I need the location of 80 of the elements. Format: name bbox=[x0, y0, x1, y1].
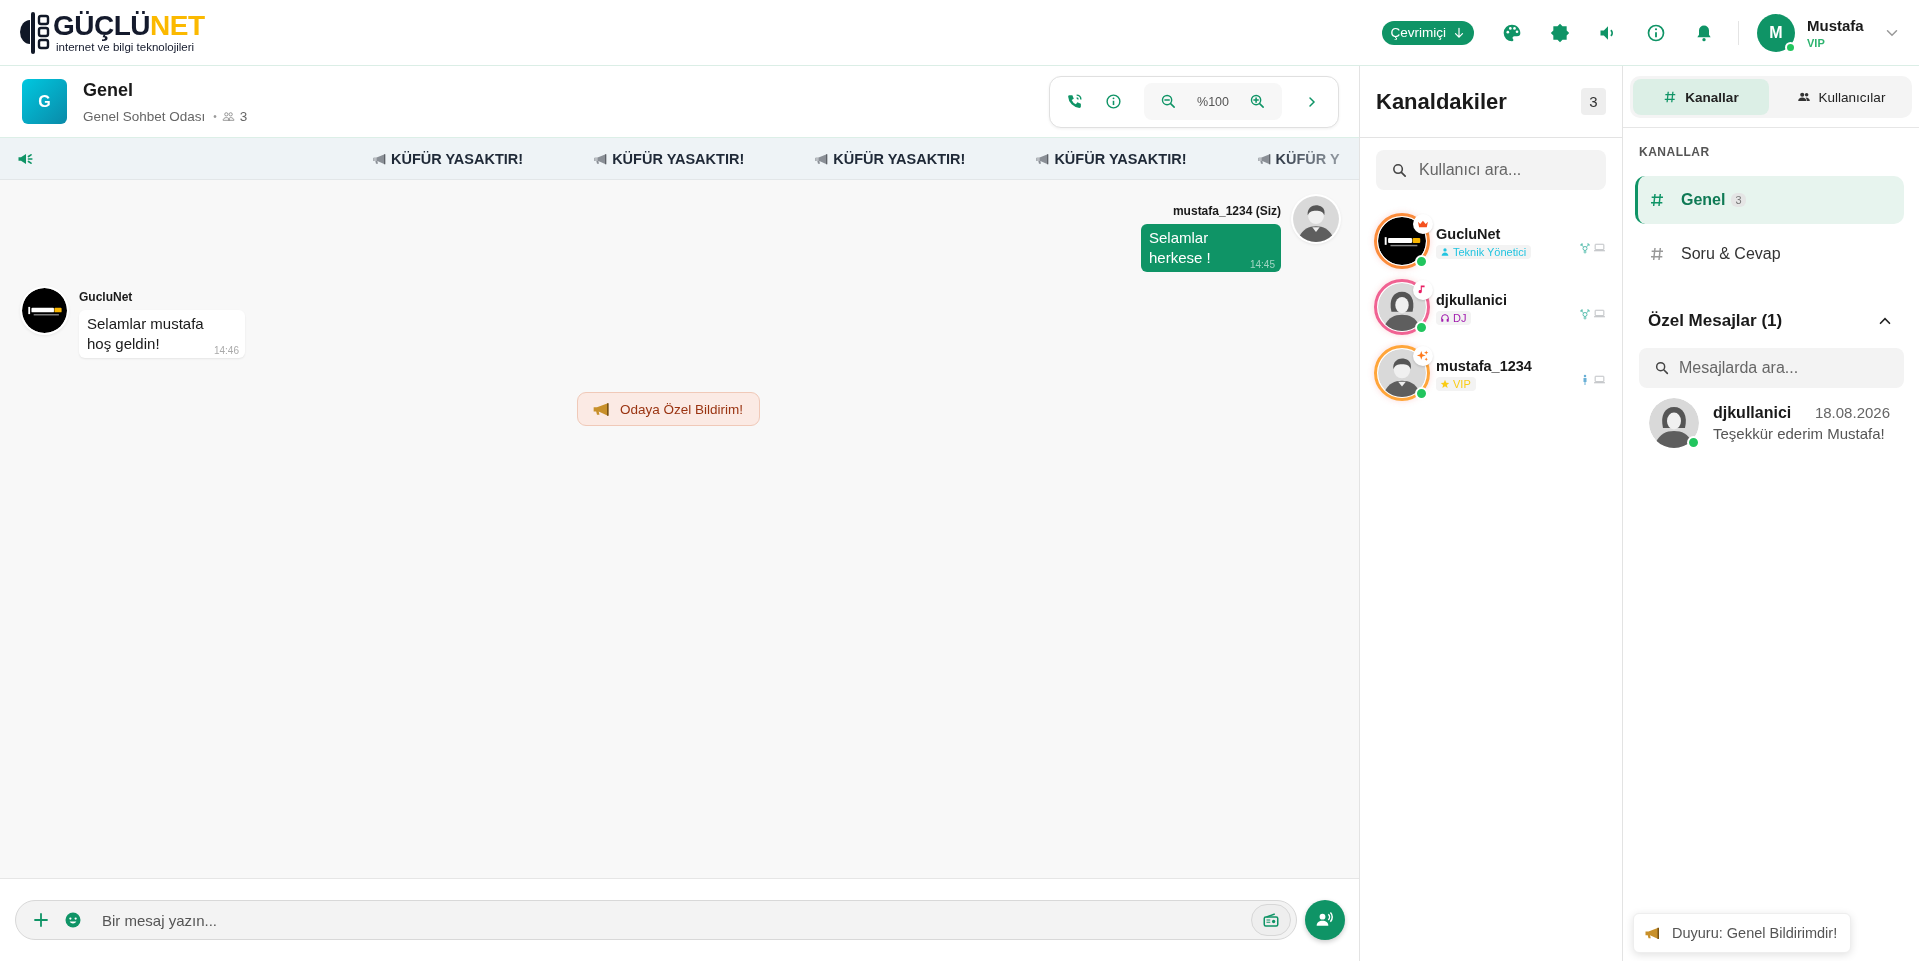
user-avatar[interactable]: M bbox=[1757, 13, 1795, 52]
room-notice: Odaya Özel Bildirim! bbox=[576, 392, 760, 426]
zoom-in-icon[interactable] bbox=[1249, 93, 1266, 110]
room-title: Genel bbox=[83, 79, 135, 101]
message-preview: Teşekkür ederim Mustafa! bbox=[1713, 425, 1886, 442]
plus-icon[interactable] bbox=[32, 911, 50, 929]
member-name: mustafa_1234 bbox=[1436, 357, 1532, 374]
message-date: 18.08.2026 bbox=[1814, 404, 1890, 421]
search-field[interactable]: Kullanıcı ara... bbox=[1376, 150, 1606, 190]
info-icon[interactable] bbox=[1105, 93, 1122, 110]
channel-count: 3 bbox=[1731, 193, 1746, 207]
role-tag: VIP bbox=[1436, 376, 1476, 391]
hash-icon bbox=[1663, 90, 1678, 104]
headphones-icon bbox=[1440, 312, 1450, 323]
conversation-item[interactable]: djkullanici 18.08.2026 Teşekkür ederim Mustafa! bbox=[1635, 388, 1904, 448]
announcement-toast: Duyuru: Genel Bildirimdir! bbox=[1633, 913, 1852, 953]
section-title: Özel Mesajlar (1) bbox=[1648, 311, 1783, 331]
arrow-down-icon bbox=[1452, 25, 1466, 40]
role-tag: DJ bbox=[1436, 310, 1472, 325]
channel-item[interactable]: Soru & Cevap bbox=[1635, 230, 1904, 278]
broadcast-button[interactable] bbox=[1251, 904, 1291, 936]
tab[interactable]: Kullanıcılar bbox=[1773, 79, 1909, 115]
person-icon bbox=[1440, 246, 1450, 257]
message-bubble: Selamlar mustafa hoş geldin! 14:46 bbox=[79, 310, 245, 358]
logo-avatar bbox=[22, 288, 67, 333]
room-avatar: G bbox=[22, 79, 67, 124]
announcement-text: KÜFÜR YASAKTIR! bbox=[1054, 150, 1187, 167]
message-time: 14:46 bbox=[213, 346, 239, 356]
logo-tagline: internet ve bilgi teknolojileri bbox=[55, 41, 196, 53]
member-item[interactable]: djkullanici DJ bbox=[1360, 274, 1622, 340]
status-button[interactable]: Çevrimiçi bbox=[1381, 20, 1474, 45]
author-name: mustafa_1234 (Siz) bbox=[1172, 204, 1281, 218]
emoji-icon[interactable] bbox=[64, 911, 82, 929]
member-name: GucluNet bbox=[1436, 225, 1501, 242]
member-count-badge: 3 bbox=[1581, 88, 1606, 115]
author-name: GucluNet bbox=[79, 290, 134, 304]
phone-icon[interactable] bbox=[1066, 93, 1083, 110]
member-item[interactable]: GucluNet Teknik Yönetici bbox=[1360, 208, 1622, 274]
announcement-text: KÜFÜR Y bbox=[1275, 150, 1340, 167]
logo-wordmark: GÜÇLÜNET bbox=[53, 12, 205, 40]
announcement-text: KÜFÜR YASAKTIR! bbox=[833, 150, 966, 167]
zoom-out-icon[interactable] bbox=[1160, 93, 1177, 110]
avatar-silhouette bbox=[1649, 398, 1699, 448]
avatar-silhouette bbox=[1293, 196, 1339, 242]
hash-icon bbox=[1649, 246, 1665, 262]
info-icon[interactable] bbox=[1646, 22, 1666, 43]
announcement-text: KÜFÜR YASAKTIR! bbox=[391, 150, 524, 167]
message-bubble: Selamlar herkese ! 14:45 bbox=[1141, 224, 1281, 272]
user-rank: VIP bbox=[1807, 36, 1826, 49]
message-time: 14:45 bbox=[1249, 260, 1275, 270]
brightness-icon[interactable] bbox=[1550, 22, 1570, 43]
search-field[interactable]: Mesajlarda ara... bbox=[1639, 348, 1904, 388]
people-icon bbox=[1796, 90, 1811, 104]
palette-icon[interactable] bbox=[1502, 22, 1522, 43]
role-tag: Teknik Yönetici bbox=[1436, 244, 1532, 259]
radio-icon bbox=[1262, 911, 1280, 929]
hash-icon bbox=[1649, 192, 1665, 208]
user-name: Mustafa bbox=[1807, 16, 1865, 34]
gender-symbol-icon bbox=[1579, 241, 1591, 254]
section-heading: KANALLAR bbox=[1639, 145, 1711, 159]
laptop-icon bbox=[1593, 373, 1606, 386]
voice-button[interactable] bbox=[1305, 900, 1345, 940]
laptop-icon bbox=[1593, 241, 1606, 254]
laptop-icon bbox=[1593, 307, 1606, 320]
contact-name: djkullanici bbox=[1713, 404, 1792, 422]
members-icon bbox=[221, 109, 235, 123]
tab[interactable]: Kanallar bbox=[1633, 79, 1769, 115]
message-field[interactable]: Bir mesaj yazın... bbox=[15, 900, 1297, 940]
announcement-text: KÜFÜR YASAKTIR! bbox=[612, 150, 745, 167]
channel-item[interactable]: Genel 3 bbox=[1635, 176, 1904, 224]
member-item[interactable]: mustafa_1234 VIP bbox=[1360, 340, 1622, 406]
panel-title: Kanaldakiler bbox=[1376, 88, 1507, 115]
star-icon bbox=[1440, 378, 1450, 389]
room-subtitle: Genel Sohbet Odası bbox=[83, 108, 206, 124]
member-count: 3 bbox=[239, 108, 248, 124]
zoom-level: %100 bbox=[1197, 94, 1229, 109]
logo-mark-icon bbox=[20, 9, 50, 56]
gender-symbol-icon bbox=[1579, 307, 1591, 320]
member-name: djkullanici bbox=[1436, 291, 1507, 308]
separator-dot: • bbox=[213, 110, 217, 122]
